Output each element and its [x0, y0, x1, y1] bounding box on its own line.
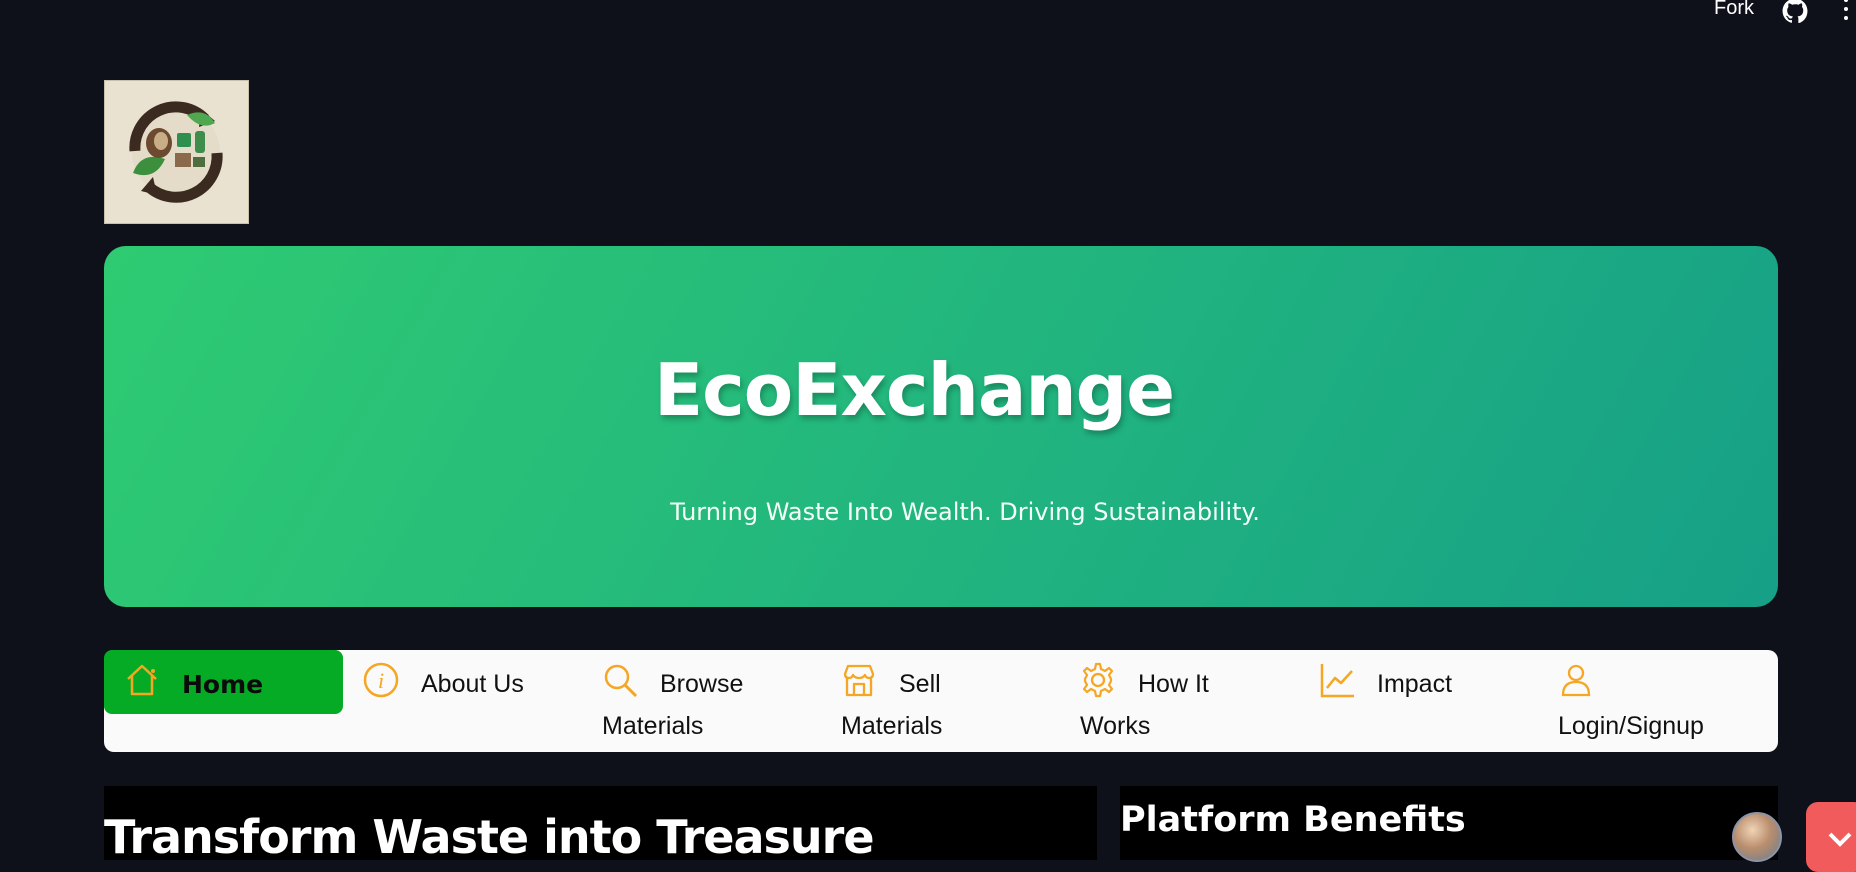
- nav-item-label: How It: [1138, 670, 1209, 698]
- nav-item-label: Sell: [899, 670, 941, 698]
- nav-item-label-2: Works: [1080, 712, 1151, 740]
- nav-item-label-2: Materials: [602, 712, 704, 740]
- nav-item-login-signup[interactable]: Login/Signup: [1538, 650, 1778, 740]
- nav-item-label: About Us: [421, 670, 524, 698]
- main-heading: Transform Waste into Treasure: [104, 810, 875, 864]
- user-icon: [1561, 664, 1591, 697]
- chevron-down-icon: [1828, 832, 1852, 847]
- nav-item-label-2: Materials: [841, 712, 943, 740]
- nav-item-home[interactable]: Home: [104, 650, 343, 714]
- benefits-panel: Platform Benefits: [1120, 786, 1778, 860]
- chat-button[interactable]: [1806, 802, 1856, 872]
- nav-item-browse-materials[interactable]: Browse Materials: [582, 650, 821, 740]
- home-icon: [127, 664, 157, 696]
- recycle-logo-icon: [129, 101, 223, 203]
- nav-item-about-us[interactable]: i About Us: [343, 650, 582, 714]
- nav-item-label: Browse: [660, 670, 744, 698]
- logo: [104, 80, 249, 224]
- nav-item-how-it-works[interactable]: How It Works: [1060, 650, 1299, 740]
- github-icon[interactable]: [1782, 0, 1808, 24]
- gear-icon: [1082, 662, 1114, 698]
- kebab-menu-icon[interactable]: [1842, 0, 1850, 20]
- info-icon: i: [363, 662, 399, 698]
- hero-banner: EcoExchange Turning Waste Into Wealth. D…: [104, 246, 1778, 607]
- main-panel: Transform Waste into Treasure: [104, 786, 1097, 864]
- nav-item-label: Impact: [1377, 670, 1453, 698]
- svg-text:i: i: [378, 668, 384, 693]
- nav-item-label: Login/Signup: [1558, 712, 1704, 740]
- nav-item-impact[interactable]: Impact: [1299, 650, 1538, 714]
- store-icon: [843, 664, 875, 697]
- nav-item-label: Home: [182, 670, 264, 699]
- avatar[interactable]: [1732, 812, 1782, 862]
- nav-item-sell-materials[interactable]: Sell Materials: [821, 650, 1060, 740]
- benefits-heading: Platform Benefits: [1120, 800, 1466, 840]
- main-nav: Home i About Us Browse Materials Sell Ma…: [104, 650, 1778, 752]
- search-icon: [604, 664, 638, 698]
- hero-title: EcoExchange: [653, 348, 1175, 432]
- fork-button[interactable]: Fork: [1714, 0, 1754, 20]
- hero-subtitle: Turning Waste Into Wealth. Driving Susta…: [670, 498, 1260, 526]
- chart-line-icon: [1320, 664, 1354, 698]
